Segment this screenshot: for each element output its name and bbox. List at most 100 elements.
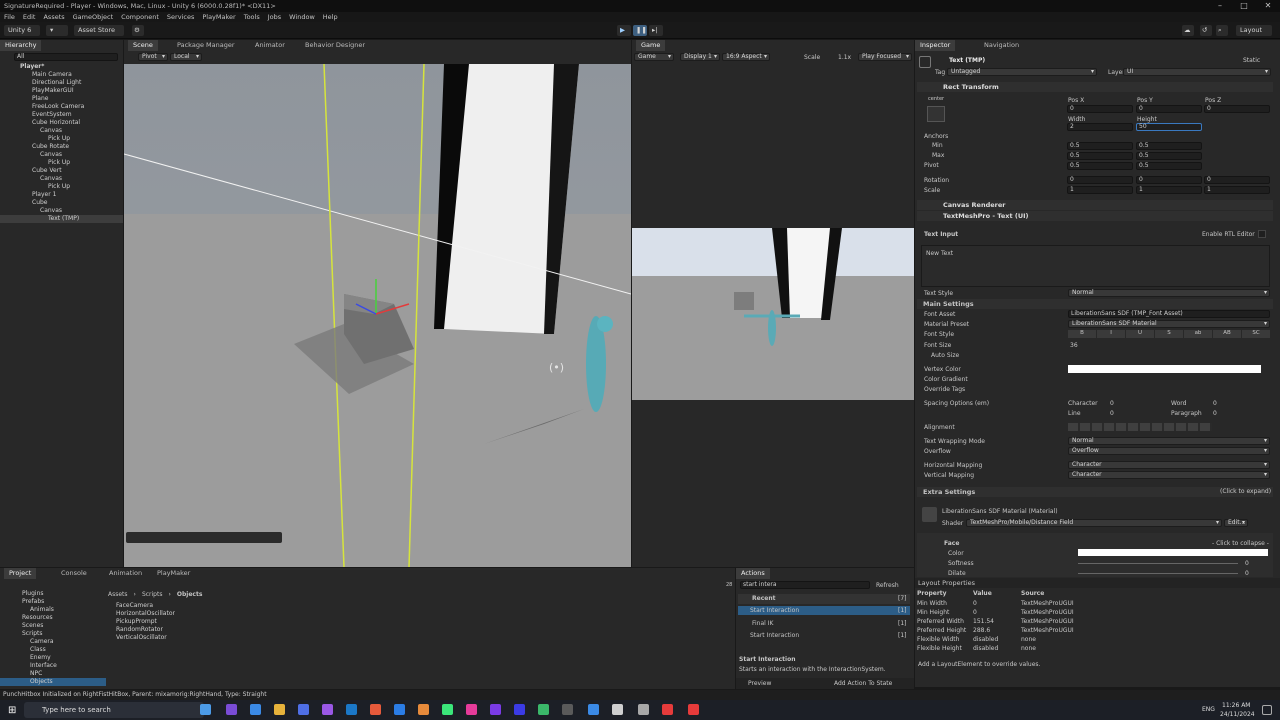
alignment-buttons[interactable] bbox=[1068, 423, 1212, 431]
notification-icon[interactable] bbox=[1262, 705, 1272, 715]
tab-package-manager[interactable]: Package Manager bbox=[172, 40, 240, 51]
folder-item[interactable]: Interface bbox=[0, 662, 106, 670]
folder-item[interactable]: Resources bbox=[0, 614, 106, 622]
aspect-dropdown[interactable]: 16:9 Aspect bbox=[722, 53, 770, 61]
click-collapse-label[interactable]: - Click to collapse - bbox=[1212, 540, 1269, 547]
game-viewport[interactable] bbox=[632, 228, 914, 400]
tab-behavior-designer[interactable]: Behavior Designer bbox=[300, 40, 370, 51]
menu-assets[interactable]: Assets bbox=[43, 12, 64, 22]
minimize-icon[interactable]: – bbox=[1208, 0, 1232, 12]
tab-animator[interactable]: Animator bbox=[250, 40, 290, 51]
tab-game[interactable]: Game bbox=[636, 40, 666, 51]
app-icon[interactable] bbox=[418, 704, 429, 715]
hierarchy-item[interactable]: Canvas bbox=[0, 151, 123, 159]
height-field[interactable]: 50 bbox=[1136, 123, 1202, 131]
app-icon[interactable] bbox=[466, 704, 477, 715]
hierarchy-item[interactable]: Pick Up bbox=[0, 183, 123, 191]
edge-icon[interactable] bbox=[200, 704, 211, 715]
anchor-preset-icon[interactable] bbox=[927, 106, 945, 122]
menu-help[interactable]: Help bbox=[323, 12, 338, 22]
play-button[interactable]: ▶ bbox=[617, 25, 631, 36]
vscode-icon[interactable] bbox=[250, 704, 261, 715]
spacing-char-value[interactable]: 0 bbox=[1110, 400, 1114, 407]
menu-jobs[interactable]: Jobs bbox=[268, 12, 281, 22]
steam-icon[interactable] bbox=[346, 704, 357, 715]
hierarchy-search[interactable]: All bbox=[14, 53, 118, 61]
app-icon[interactable] bbox=[394, 704, 405, 715]
pos-z-field[interactable]: 0 bbox=[1204, 105, 1270, 113]
spacing-line-value[interactable]: 0 bbox=[1110, 410, 1114, 417]
wrapping-dropdown[interactable]: Normal bbox=[1068, 437, 1270, 445]
breadcrumb-item[interactable]: Objects bbox=[177, 591, 203, 598]
vmap-dropdown[interactable]: Character bbox=[1068, 471, 1270, 479]
face-color-swatch[interactable] bbox=[1078, 549, 1268, 556]
menu-playmaker[interactable]: PlayMaker bbox=[202, 12, 235, 22]
hierarchy-item[interactable]: Cube Rotate bbox=[0, 143, 123, 151]
smallcaps-button[interactable]: SC bbox=[1242, 330, 1270, 338]
min-x-field[interactable]: 0.5 bbox=[1067, 142, 1133, 150]
tab-inspector[interactable]: Inspector bbox=[915, 40, 956, 51]
underline-button[interactable]: U bbox=[1126, 330, 1154, 338]
hierarchy-item[interactable]: PlayMakerGUI bbox=[0, 87, 123, 95]
menu-component[interactable]: Component bbox=[121, 12, 159, 22]
tab-scene[interactable]: Scene bbox=[128, 40, 158, 51]
softness-value[interactable]: 0 bbox=[1245, 560, 1249, 567]
rotation-y-field[interactable]: 0 bbox=[1136, 176, 1202, 184]
file-item[interactable]: RandomRotator bbox=[116, 626, 175, 634]
spacing-word-value[interactable]: 0 bbox=[1213, 400, 1217, 407]
preview-button[interactable]: Preview bbox=[748, 680, 771, 687]
app-icon[interactable] bbox=[562, 704, 573, 715]
scale-y-field[interactable]: 1 bbox=[1136, 186, 1202, 194]
app-icon[interactable] bbox=[322, 704, 333, 715]
rect-transform-header[interactable]: Rect Transform bbox=[917, 82, 1273, 92]
pivot-x-field[interactable]: 0.5 bbox=[1067, 162, 1133, 170]
app-icon[interactable] bbox=[588, 704, 599, 715]
menu-gameobject[interactable]: GameObject bbox=[73, 12, 114, 22]
pos-x-field[interactable]: 0 bbox=[1067, 105, 1133, 113]
font-size-value[interactable]: 36 bbox=[1070, 342, 1078, 349]
scale-value[interactable]: 1.1x bbox=[838, 54, 851, 61]
pause-button[interactable]: ❚❚ bbox=[633, 25, 647, 36]
text-input-area[interactable]: New Text bbox=[921, 245, 1270, 287]
app-icon[interactable] bbox=[538, 704, 549, 715]
pivot-y-field[interactable]: 0.5 bbox=[1136, 162, 1202, 170]
folder-item[interactable]: Plugins bbox=[0, 590, 106, 598]
hierarchy-item[interactable]: Cube bbox=[0, 199, 123, 207]
hierarchy-item[interactable]: Canvas bbox=[0, 207, 123, 215]
action-item[interactable]: Final IK bbox=[738, 619, 910, 628]
folder-item-selected[interactable]: Objects bbox=[0, 678, 106, 686]
vertex-color-swatch[interactable] bbox=[1068, 365, 1261, 373]
hierarchy-item[interactable]: Canvas bbox=[0, 127, 123, 135]
hierarchy-item[interactable]: Player* bbox=[0, 63, 123, 71]
main-settings-header[interactable]: Main Settings bbox=[917, 299, 1273, 309]
windows-start-icon[interactable]: ⊞ bbox=[8, 705, 16, 716]
layer-dropdown[interactable]: UI bbox=[1123, 68, 1271, 76]
folder-item[interactable]: Prefabs bbox=[0, 598, 106, 606]
taskbar-search[interactable]: Type here to search bbox=[24, 702, 204, 718]
scale-z-field[interactable]: 1 bbox=[1204, 186, 1270, 194]
cloud-button[interactable]: ▾ bbox=[46, 25, 68, 36]
hmap-dropdown[interactable]: Character bbox=[1068, 461, 1270, 469]
italic-button[interactable]: I bbox=[1097, 330, 1125, 338]
max-y-field[interactable]: 0.5 bbox=[1136, 152, 1202, 160]
material-name[interactable]: LiberationSans SDF Material (Material) bbox=[942, 508, 1058, 515]
folder-item[interactable]: Camera bbox=[0, 638, 106, 646]
menu-file[interactable]: File bbox=[4, 12, 15, 22]
play-focused-dropdown[interactable]: Play Focused bbox=[858, 53, 912, 61]
clock-date[interactable]: 24/11/2024 bbox=[1220, 711, 1255, 718]
menu-services[interactable]: Services bbox=[167, 12, 194, 22]
hierarchy-item[interactable]: Pick Up bbox=[0, 159, 123, 167]
pivot-dropdown[interactable]: Pivot bbox=[138, 53, 168, 61]
app-icon[interactable] bbox=[226, 704, 237, 715]
rotation-z-field[interactable]: 0 bbox=[1204, 176, 1270, 184]
menu-window[interactable]: Window bbox=[289, 12, 315, 22]
close-icon[interactable]: ✕ bbox=[1256, 0, 1280, 12]
material-preset-dropdown[interactable]: LiberationSans SDF Material bbox=[1068, 320, 1270, 328]
bold-button[interactable]: B bbox=[1068, 330, 1096, 338]
gear-icon[interactable]: ⚙ bbox=[132, 25, 144, 36]
app-icon[interactable] bbox=[490, 704, 501, 715]
hierarchy-item[interactable]: Cube Horizontal bbox=[0, 119, 123, 127]
folder-item[interactable]: Scripts bbox=[0, 630, 106, 638]
step-button[interactable]: ▸| bbox=[649, 25, 663, 36]
softness-slider[interactable] bbox=[1078, 563, 1238, 564]
